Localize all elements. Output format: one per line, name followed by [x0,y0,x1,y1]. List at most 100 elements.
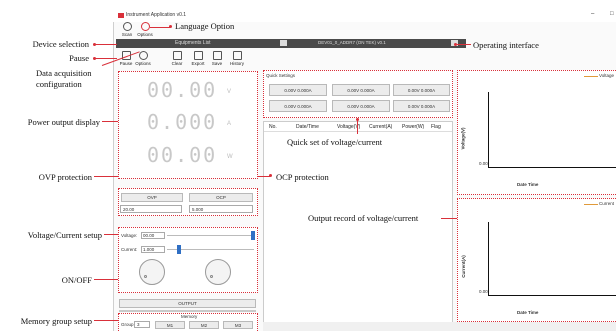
ocp-protection-dot [269,174,272,177]
data-acquisition-callout-line2: configuration [36,79,82,89]
status-bar [263,322,616,331]
voltage-chart-axes [488,92,616,168]
power-display-panel: 00.00 V 0.000 A 00.00 W [118,71,258,179]
memory-title: Memory [181,314,198,319]
output-record-table: No. Date/Time Voltage(V) Current(A) Powe… [263,121,453,331]
minimize-button[interactable]: – [591,11,594,17]
power-output-display-pointer [102,121,118,122]
quick-set-button-1[interactable]: 0.00V 0.000A [269,84,327,96]
col-current: Current(A) [369,124,393,130]
ovp-protection-pointer [94,176,118,177]
quick-set-button-3[interactable]: 0.00V 0.000A [393,84,450,96]
device-name[interactable]: DEV01_0_ADDR7 (ON TEK) v0.1 [318,40,386,45]
col-datetime: Date/Time [296,124,319,130]
current-setup-field[interactable]: 1.000 [141,246,165,253]
ovp-value-field[interactable]: 20.00 [120,205,182,213]
pause-callout: Pause [69,53,89,63]
save-button[interactable]: Save [209,51,225,66]
data-acquisition-callout-line1: Data acquisition [36,68,92,78]
voltage-legend-swatch [584,76,598,77]
device-selection-pointer [95,44,117,45]
current-chart-ylabel: Current(A) [460,255,466,278]
language-option-pointer [150,27,170,28]
quick-set-button-6[interactable]: 0.00V 0.000A [393,100,450,112]
on-off-pointer [94,279,118,280]
voltage-chart-xlabel: Date Time [517,182,539,187]
current-readout: 0.000 [147,110,218,134]
col-flag: Flag [431,124,441,130]
ocp-value-field[interactable]: 5.000 [189,205,253,213]
quick-set-button-2[interactable]: 0.00V 0.000A [332,84,390,96]
equipment-list-title: Equipments List [175,40,211,46]
current-knob-marker [210,275,213,278]
memory-group-setup-pointer [94,320,118,321]
equipment-bar [116,39,466,48]
memory-m3-button[interactable]: M3 [223,321,253,329]
current-chart-tick: 0.00 [479,289,488,294]
output-record-callout: Output record of voltage/current [308,213,419,223]
voltage-current-setup-callout: Voltage/Current setup [27,230,102,240]
pause-pointer [95,58,117,59]
current-slider-handle[interactable] [177,245,181,254]
memory-m1-button[interactable]: M1 [155,321,185,329]
quick-set-button-4[interactable]: 0.00V 0.000A [269,100,327,112]
col-power: Power(W) [402,124,425,130]
scan-label: Scan [121,32,133,37]
voltage-slider[interactable] [167,235,254,236]
memory-group-select[interactable]: 3 [134,321,150,328]
ocp-protection-callout: OCP protection [276,172,329,182]
output-toggle-button[interactable]: OUTPUT [119,299,256,308]
current-setup-label: Current: [121,247,138,252]
power-unit: W [227,154,233,160]
save-icon [212,51,222,60]
memory-m2-button[interactable]: M2 [189,321,219,329]
voltage-knob[interactable] [139,259,165,285]
voltage-setup-value: 00.00 [143,233,155,238]
voltage-readout: 00.00 [147,78,218,102]
current-chart-axes [488,222,616,296]
language-option-dot [169,25,172,28]
language-options-button[interactable]: Options [137,22,153,37]
voltage-unit: V [227,89,232,95]
output-status-strip [119,310,256,312]
power-readout: 00.00 [147,143,218,167]
quick-set-button-5[interactable]: 0.00V 0.000A [332,100,390,112]
export-button[interactable]: Export [190,51,206,66]
memory-group-label: Group [121,322,134,327]
device-selection-callout: Device selection [32,39,89,49]
quick-set-callout: Quick set of voltage/current [287,137,383,147]
ovp-button[interactable]: OVP [121,193,183,202]
device-select-toggle[interactable] [280,40,287,46]
voltage-knob-marker [144,275,147,278]
current-legend-swatch [584,204,598,205]
voltage-setup-field[interactable]: 00.00 [141,232,165,239]
current-chart-xlabel: Date Time [517,310,539,315]
quick-set-pointer [357,120,358,134]
voltage-current-setup-pointer [104,234,118,235]
maximize-button[interactable]: □ [610,11,614,17]
window-title: Instrument Application v0.1 [126,12,187,18]
voltage-slider-handle[interactable] [251,231,255,240]
memory-group-value: 3 [137,322,140,327]
operating-interface-pointer [457,44,471,45]
on-off-callout: ON/OFF [61,275,92,285]
voltage-setup-label: Voltage: [121,233,138,238]
history-button[interactable]: History [229,51,245,66]
operating-interface-callout: Operating interface [473,40,539,50]
acquisition-options-button[interactable]: Options [135,51,151,66]
app-logo-icon [118,13,124,18]
history-icon [232,51,242,60]
ocp-button[interactable]: OCP [189,193,253,202]
clear-button[interactable]: Clear [169,51,185,66]
quick-settings-title: Quick Settings [266,73,296,78]
language-options-label: Options [137,32,153,37]
current-legend: Current [599,201,615,206]
history-label: History [229,61,244,66]
voltage-chart-tick: 0.00 [479,161,488,166]
acquisition-options-label: Options [135,61,151,66]
current-knob[interactable] [205,259,231,285]
ovp-value: 20.00 [123,207,135,212]
clear-icon [172,51,182,60]
ocp-value: 5.000 [192,207,204,212]
scan-button[interactable]: Scan [119,22,135,37]
